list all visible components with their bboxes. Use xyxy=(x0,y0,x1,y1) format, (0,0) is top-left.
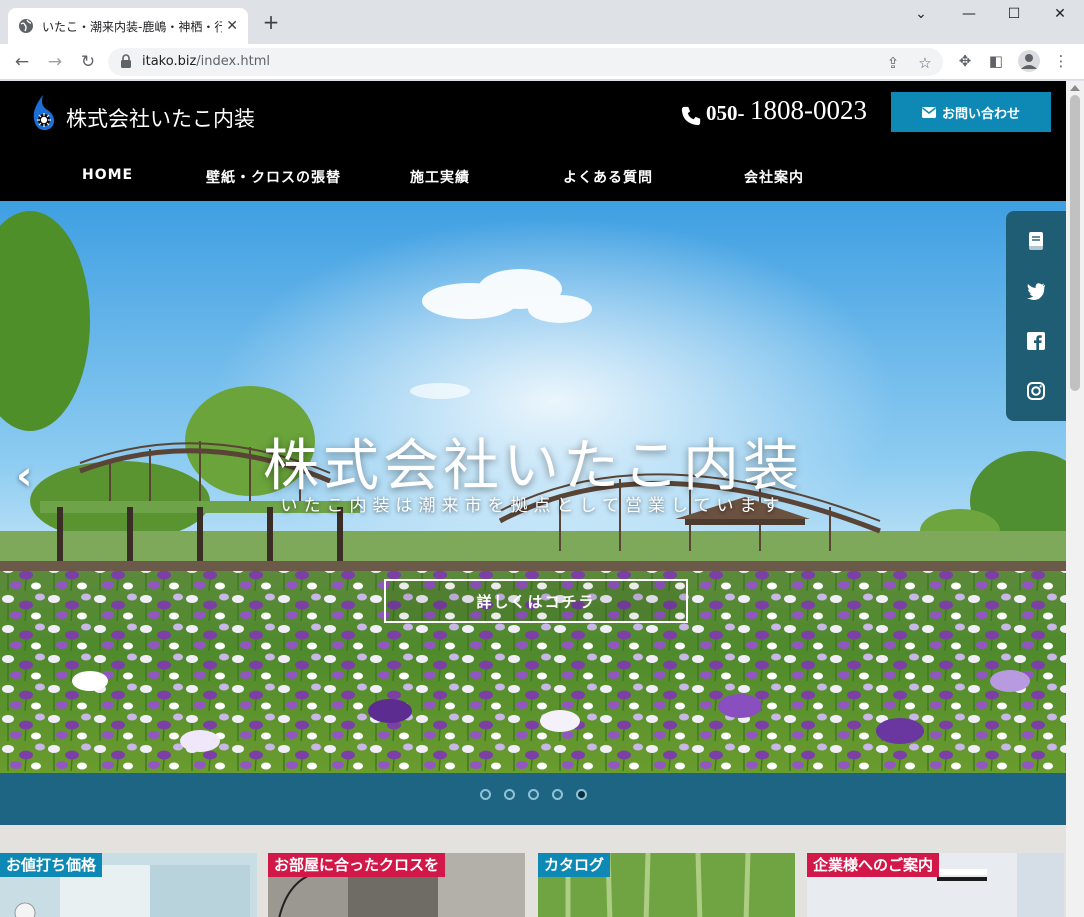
nav-item-home[interactable]: HOME xyxy=(82,167,133,183)
share-icon[interactable]: ⇪ xyxy=(884,54,902,72)
forward-icon[interactable]: → xyxy=(43,50,67,74)
slider-dot-2[interactable] xyxy=(504,789,515,800)
card-label: お部屋に合ったクロスを xyxy=(268,853,446,877)
card-matching-cloth[interactable]: お部屋に合ったクロスを xyxy=(268,853,525,917)
profile-avatar[interactable] xyxy=(1018,50,1040,72)
hero-details-button[interactable]: 詳しくはコチラ xyxy=(384,579,688,623)
card-label: お値打ち価格 xyxy=(0,853,103,877)
web-page: 株式会社いたこ内装 050- 1808-0023 お問い合わせ HOME 壁紙・… xyxy=(0,81,1066,917)
hero-slider: ‹ 株式会社いたこ内装 いたこ内装は潮来市を拠点として営業しています 詳しくはコ… xyxy=(0,201,1066,773)
new-tab-button[interactable]: + xyxy=(260,12,282,34)
contact-button[interactable]: お問い合わせ xyxy=(891,92,1051,132)
browser-tabstrip: いたこ・潮来内装-鹿嶋・神栖・行方 ✕ + ⌄ — ☐ ✕ xyxy=(0,0,1084,44)
menu-icon[interactable]: ⋮ xyxy=(1051,51,1071,71)
minimize-icon[interactable]: — xyxy=(954,6,984,22)
card-price[interactable]: お値打ち価格 xyxy=(0,853,257,917)
phone-prefix: 050- xyxy=(706,101,745,125)
slider-dot-1[interactable] xyxy=(480,789,491,800)
instagram-icon[interactable] xyxy=(1025,380,1047,402)
close-window-icon[interactable]: ✕ xyxy=(1045,6,1075,22)
hero-title: 株式会社いたこ内装 xyxy=(263,434,803,499)
slider-dot-3[interactable] xyxy=(528,789,539,800)
site-name[interactable]: 株式会社いたこ内装 xyxy=(66,103,255,133)
book-icon[interactable] xyxy=(1025,230,1047,252)
person-icon xyxy=(1021,54,1037,69)
card-catalog[interactable]: カタログ xyxy=(538,853,795,917)
card-business[interactable]: 企業様へのご案内 xyxy=(807,853,1064,917)
page-scrollbar[interactable] xyxy=(1066,81,1084,917)
phone-icon xyxy=(681,106,701,126)
card-label: カタログ xyxy=(538,853,611,877)
card-label: 企業様へのご案内 xyxy=(807,853,940,877)
hero-subtitle: いたこ内装は潮来市を拠点として営業しています xyxy=(280,496,786,516)
feature-cards: お値打ち価格 お部屋に合ったクロスを カタログ 企業様へのご案内 xyxy=(0,825,1066,917)
slider-dot-4[interactable] xyxy=(552,789,563,800)
main-nav: HOME 壁紙・クロスの張替 施工実績 よくある質問 会社案内 xyxy=(0,153,1066,201)
star-icon[interactable]: ☆ xyxy=(916,54,934,72)
reload-icon[interactable]: ↻ xyxy=(76,50,100,74)
address-bar[interactable]: itako.biz/index.html ⇪ ☆ xyxy=(108,48,943,76)
twitter-icon[interactable] xyxy=(1025,280,1047,302)
nav-item-wallpaper[interactable]: 壁紙・クロスの張替 xyxy=(206,167,341,187)
phone-number[interactable]: 1808-0023 xyxy=(750,95,867,126)
site-header: 株式会社いたこ内装 050- 1808-0023 お問い合わせ HOME 壁紙・… xyxy=(0,81,1066,201)
facebook-icon[interactable] xyxy=(1025,330,1047,352)
social-sidebar xyxy=(1006,211,1066,421)
browser-toolbar: ← → ↻ itako.biz/index.html ⇪ ☆ ✥ ◧ ⋮ xyxy=(0,44,1084,80)
tab-title: いたこ・潮来内装-鹿嶋・神栖・行方 xyxy=(42,19,222,34)
extensions-icon[interactable]: ✥ xyxy=(955,51,975,71)
nav-item-works[interactable]: 施工実績 xyxy=(410,167,470,187)
url-text: itako.biz/index.html xyxy=(142,54,270,69)
browser-tab[interactable]: いたこ・潮来内装-鹿嶋・神栖・行方 ✕ xyxy=(8,8,248,44)
scroll-up-icon[interactable] xyxy=(1070,85,1080,91)
back-icon[interactable]: ← xyxy=(10,50,34,74)
chevron-down-icon[interactable]: ⌄ xyxy=(906,6,936,22)
slider-dot-5-active[interactable] xyxy=(576,789,587,800)
scrollbar-thumb[interactable] xyxy=(1070,95,1080,391)
nav-item-faq[interactable]: よくある質問 xyxy=(563,167,653,187)
lock-icon xyxy=(121,54,131,68)
logo-icon[interactable] xyxy=(28,93,58,133)
side-panel-icon[interactable]: ◧ xyxy=(986,51,1006,71)
close-tab-icon[interactable]: ✕ xyxy=(226,18,238,34)
contact-label: お問い合わせ xyxy=(941,106,1020,122)
nav-item-company[interactable]: 会社案内 xyxy=(744,167,804,187)
envelope-icon xyxy=(921,106,936,118)
globe-icon xyxy=(19,19,33,33)
maximize-icon[interactable]: ☐ xyxy=(999,6,1029,22)
